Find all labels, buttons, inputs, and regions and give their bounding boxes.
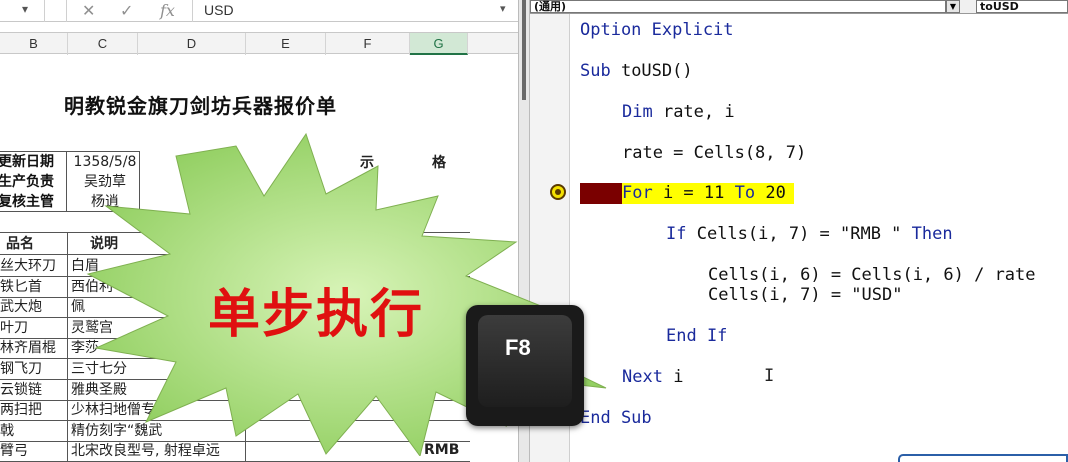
meta-label: 生产负责: [0, 174, 54, 190]
keyword: Then: [911, 224, 953, 244]
column-header-blank: [468, 33, 518, 55]
table-cell-name[interactable]: 武大炮: [0, 297, 66, 317]
enter-icon[interactable]: ✓: [120, 1, 133, 20]
formula-bar-divider: [66, 0, 67, 22]
f8-key-cap: [478, 315, 572, 407]
column-header-f[interactable]: F: [326, 33, 410, 55]
vba-combo-bar: (通用) ▼ toUSD: [530, 0, 1068, 14]
column-header-d[interactable]: D: [138, 33, 246, 55]
f8-key-icon: [466, 305, 584, 426]
table-cell-name[interactable]: 两扫把: [0, 400, 66, 420]
keyword: If: [666, 224, 687, 244]
window-frame-corner: [898, 454, 1068, 462]
step-execute-label: 单步执行: [208, 284, 425, 345]
table-cell-name[interactable]: 臂弓: [0, 441, 66, 461]
code-text: i: [662, 367, 684, 387]
formula-expand-icon[interactable]: ▾: [500, 2, 506, 15]
f8-key-label: F8: [505, 335, 531, 360]
cancel-icon[interactable]: ✕: [82, 1, 95, 20]
code-line-5[interactable]: For i = 11 To 20: [622, 183, 786, 203]
table-header-name: 品名: [6, 236, 34, 252]
column-header-b[interactable]: B: [0, 33, 68, 55]
code-line-7[interactable]: Cells(i, 6) = Cells(i, 6) / rate: [708, 265, 1036, 285]
formula-input[interactable]: USD: [204, 2, 234, 18]
column-header-c[interactable]: C: [68, 33, 138, 55]
code-line-6[interactable]: If Cells(i, 7) = "RMB " Then: [666, 224, 953, 244]
keyword: To: [734, 183, 756, 203]
name-box-dropdown-icon[interactable]: ▾: [22, 2, 28, 16]
table-cell-name[interactable]: 铁匕首: [0, 277, 66, 297]
code-text: 20: [755, 183, 786, 203]
code-text: toUSD(): [610, 61, 693, 81]
code-text: Cells(i, 7) = "RMB ": [686, 224, 912, 244]
meta-label: 更新日期: [0, 154, 54, 170]
table-cell-name[interactable]: 林齐眉棍: [0, 338, 66, 358]
table-cell-name[interactable]: 丝大环刀: [0, 256, 66, 276]
formula-bar-divider: [44, 0, 45, 22]
procedure-combo[interactable]: toUSD: [976, 0, 1068, 13]
object-combo-arrow-icon[interactable]: ▼: [946, 0, 960, 13]
column-header-e[interactable]: E: [246, 33, 326, 55]
object-combo[interactable]: (通用): [530, 0, 946, 13]
insert-function-icon[interactable]: fx: [160, 1, 175, 20]
column-header-g[interactable]: G: [410, 33, 468, 55]
code-text: i = 11: [652, 183, 735, 203]
keyword: Dim: [622, 102, 653, 122]
code-line-3[interactable]: Dim rate, i: [622, 102, 735, 122]
scrollbar-thumb[interactable]: [522, 0, 526, 100]
code-line-2[interactable]: Sub toUSD(): [580, 61, 693, 81]
formula-bar: ▾ ✕ ✓ fx USD ▾: [0, 0, 518, 22]
code-line-9[interactable]: End If: [666, 326, 727, 346]
text-cursor-icon: I: [764, 366, 775, 386]
table-cell-name[interactable]: 云锁链: [0, 380, 66, 400]
grid-line: [67, 232, 68, 462]
code-line-4[interactable]: rate = Cells(8, 7): [622, 143, 806, 163]
formula-bar-divider: [192, 0, 193, 22]
code-line-8[interactable]: Cells(i, 7) = "USD": [708, 285, 902, 305]
table-cell-name[interactable]: 戟: [0, 421, 66, 441]
keyword: Sub: [580, 61, 611, 81]
code-text: rate, i: [652, 102, 735, 122]
keyword: Option Explicit: [580, 20, 734, 40]
code-line-1[interactable]: Option Explicit: [580, 20, 734, 40]
table-cell-name[interactable]: 钢飞刀: [0, 359, 66, 379]
meta-label: 复核主管: [0, 194, 54, 210]
meta-box-divider: [66, 151, 67, 212]
table-cell-name[interactable]: 叶刀: [0, 318, 66, 338]
sheet-title: 明教锐金旗刀剑坊兵器报价单: [64, 94, 337, 118]
column-header-row: B C D E F G: [0, 32, 518, 55]
